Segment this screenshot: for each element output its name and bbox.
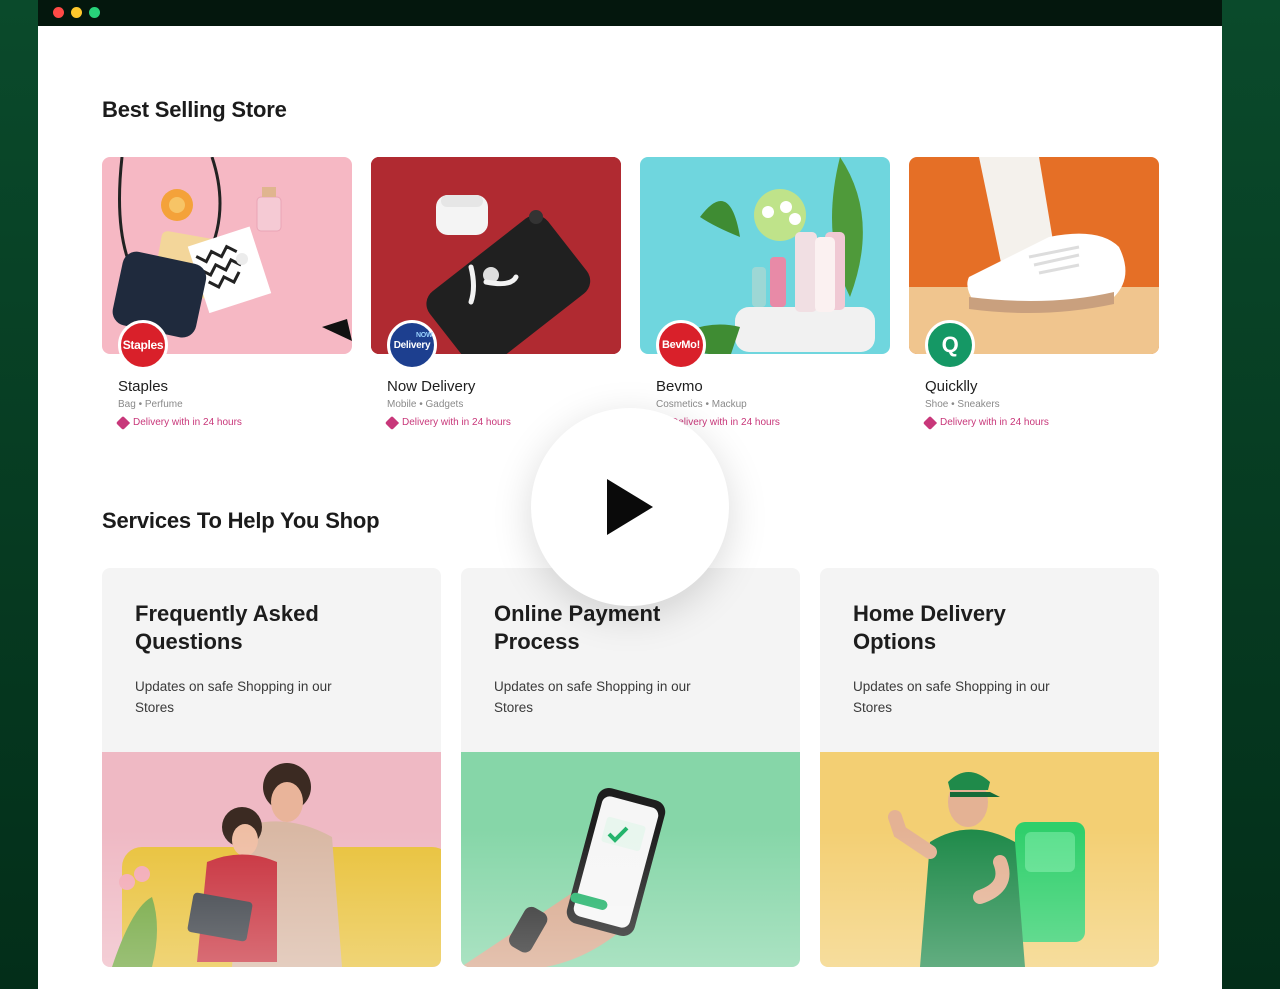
minimize-window-button[interactable] [71,7,82,18]
window-titlebar [38,0,1222,26]
service-image [102,752,441,967]
delivery-text: Delivery with in 24 hours [402,417,511,428]
quicklly-logo: Q [925,320,975,370]
service-title: Online Payment Process [494,601,661,654]
store-categories: Cosmetics • Mackup [656,399,747,410]
service-description: Updates on safe Shopping in our Stores [853,679,1050,715]
bevmo-logo: BevMo! [656,320,706,370]
backdrop-left [0,0,38,989]
service-description: Updates on safe Shopping in our Stores [135,679,332,715]
store-card-quicklly[interactable]: Q Quicklly Shoe • Sneakers Delivery with… [909,157,1159,437]
service-image [461,752,800,967]
delivery-text: Delivery with in 24 hours [133,417,242,428]
tag-icon [384,415,400,430]
store-name: Bevmo [656,378,703,395]
service-description: Updates on safe Shopping in our Stores [494,679,691,715]
close-window-button[interactable] [53,7,64,18]
store-name: Quicklly [925,378,978,395]
service-title: Frequently Asked Questions [135,601,319,654]
best-selling-title: Best Selling Store [102,97,287,122]
tag-icon [922,415,938,430]
now-delivery-logo: NOW Delivery [387,320,437,370]
delivery-info: Delivery with in 24 hours [115,415,242,430]
service-title: Home Delivery Options [853,601,1006,654]
staples-logo: Staples [118,320,168,370]
delivery-info: Delivery with in 24 hours [384,415,511,430]
tag-icon [115,415,131,430]
store-categories: Bag • Perfume [118,399,183,410]
store-card-now-delivery[interactable]: NOW Delivery Now Delivery Mobile • Gadge… [371,157,621,437]
browser-window: Best Selling Store Staples Staples Bag •… [38,0,1222,989]
store-name: Staples [118,378,169,395]
store-card-staples[interactable]: Staples Staples Bag • Perfume Delivery w… [102,157,352,437]
play-video-button[interactable] [531,408,729,606]
service-card-payment[interactable]: Online Payment Process Updates on safe S… [461,568,800,967]
service-card-delivery[interactable]: Home Delivery Options Updates on safe Sh… [820,568,1159,967]
store-categories: Mobile • Gadgets [387,399,464,410]
delivery-info: Delivery with in 24 hours [922,415,1049,430]
maximize-window-button[interactable] [89,7,100,18]
play-icon [607,479,653,535]
store-categories: Shoe • Sneakers [925,399,1000,410]
delivery-text: Delivery with in 24 hours [940,417,1049,428]
service-image [820,752,1159,967]
service-card-faq[interactable]: Frequently Asked Questions Updates on sa… [102,568,441,967]
store-name: Now Delivery [387,378,476,395]
store-card-bevmo[interactable]: BevMo! Bevmo Cosmetics • Mackup Delivery… [640,157,890,437]
backdrop-right [1222,0,1280,989]
services-title: Services To Help You Shop [102,508,380,533]
